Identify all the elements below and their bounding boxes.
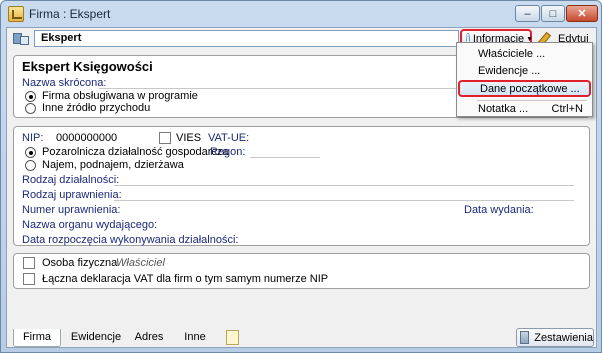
- owners-link[interactable]: Właściciel: [116, 257, 165, 269]
- reports-button-label: Zestawienia: [534, 331, 593, 344]
- info-dropdown-menu: Właściciele ... Ewidencje ... Dane począ…: [456, 42, 593, 117]
- tab-adres[interactable]: Adres: [129, 329, 169, 347]
- minimize-button[interactable]: –: [515, 5, 540, 22]
- radio-program-label: Firma obsługiwana w programie: [42, 90, 198, 102]
- natural-person-label: Osoba fizyczna: [42, 257, 118, 269]
- title-bar: Firma : Ekspert – □ ✕: [1, 1, 601, 27]
- license-type-input[interactable]: [114, 200, 574, 201]
- app-icon: [8, 6, 24, 22]
- tab-ewidencje[interactable]: Ewidencje: [67, 329, 125, 347]
- nip-value[interactable]: 0000000000: [56, 132, 117, 144]
- tax-details-panel: NIP: 0000000000 VIES VAT-UE: Pozarolnicz…: [13, 126, 590, 246]
- radio-rental[interactable]: [25, 160, 36, 171]
- start-date-label: Data rozpoczęcia wykonywania działalnośc…: [22, 234, 239, 246]
- window: Firma : Ekspert – □ ✕ Ekspert i Informac…: [0, 0, 602, 353]
- vat-ue-label: VAT-UE:: [208, 132, 250, 144]
- radio-rental-label: Najem, podnajem, dzierżawa: [42, 159, 184, 171]
- menu-item-registers[interactable]: Ewidencje ...: [458, 63, 591, 80]
- menu-item-note-shortcut: Ctrl+N: [551, 103, 583, 115]
- nip-label: NIP:: [22, 132, 44, 144]
- company-heading: Ekspert Księgowości: [22, 59, 153, 74]
- short-name-label: Nazwa skrócona:: [22, 77, 107, 89]
- menu-item-initial-data[interactable]: Dane początkowe ...: [458, 80, 591, 97]
- vies-label: VIES: [176, 132, 202, 144]
- close-button[interactable]: ✕: [566, 5, 598, 22]
- issue-date-label: Data wydania:: [464, 204, 534, 216]
- maximize-button[interactable]: □: [541, 5, 565, 22]
- menu-item-owners[interactable]: Właściciele ...: [458, 46, 591, 63]
- issuer-label: Nazwa organu wydającego:: [22, 219, 158, 231]
- menu-item-note-label: Notatka ...: [478, 103, 529, 115]
- company-name-field[interactable]: Ekspert: [34, 30, 459, 47]
- menu-item-note[interactable]: Notatka ... Ctrl+N: [458, 101, 591, 118]
- short-name-input[interactable]: [99, 88, 459, 89]
- reports-button[interactable]: Zestawienia: [516, 328, 594, 347]
- report-icon: [520, 331, 530, 344]
- tab-bar: Firma Ewidencje Adres Inne Zestawienia: [7, 327, 596, 348]
- flags-panel: Osoba fizyczna Właściciel Łączna deklara…: [13, 253, 590, 289]
- joint-vat-label: Łączna deklaracja VAT dla firm o tym sam…: [42, 273, 329, 285]
- regon-input[interactable]: [250, 157, 320, 158]
- tab-inne[interactable]: Inne: [175, 329, 215, 347]
- vies-checkbox[interactable]: [159, 132, 171, 144]
- radio-nonagricultural[interactable]: [25, 147, 36, 158]
- radio-other-label: Inne źródło przychodu: [42, 102, 151, 114]
- license-type-label: Rodzaj uprawnienia:: [22, 189, 122, 201]
- natural-person-checkbox[interactable]: [23, 257, 35, 269]
- activity-type-input[interactable]: [114, 185, 574, 186]
- radio-program-company[interactable]: [25, 91, 36, 102]
- regon-label: Regon:: [210, 146, 246, 158]
- window-title: Firma : Ekspert: [29, 7, 111, 21]
- joint-vat-checkbox[interactable]: [23, 273, 35, 285]
- radio-other-income[interactable]: [25, 103, 36, 114]
- radio-nonagricultural-label: Pozarolnicza działalność gospodarcza: [42, 146, 229, 158]
- company-icon: [13, 31, 29, 45]
- tab-firma[interactable]: Firma: [13, 329, 61, 347]
- activity-type-label: Rodzaj działalności:: [22, 174, 120, 186]
- note-icon[interactable]: [226, 330, 239, 345]
- license-number-label: Numer uprawnienia:: [22, 204, 121, 216]
